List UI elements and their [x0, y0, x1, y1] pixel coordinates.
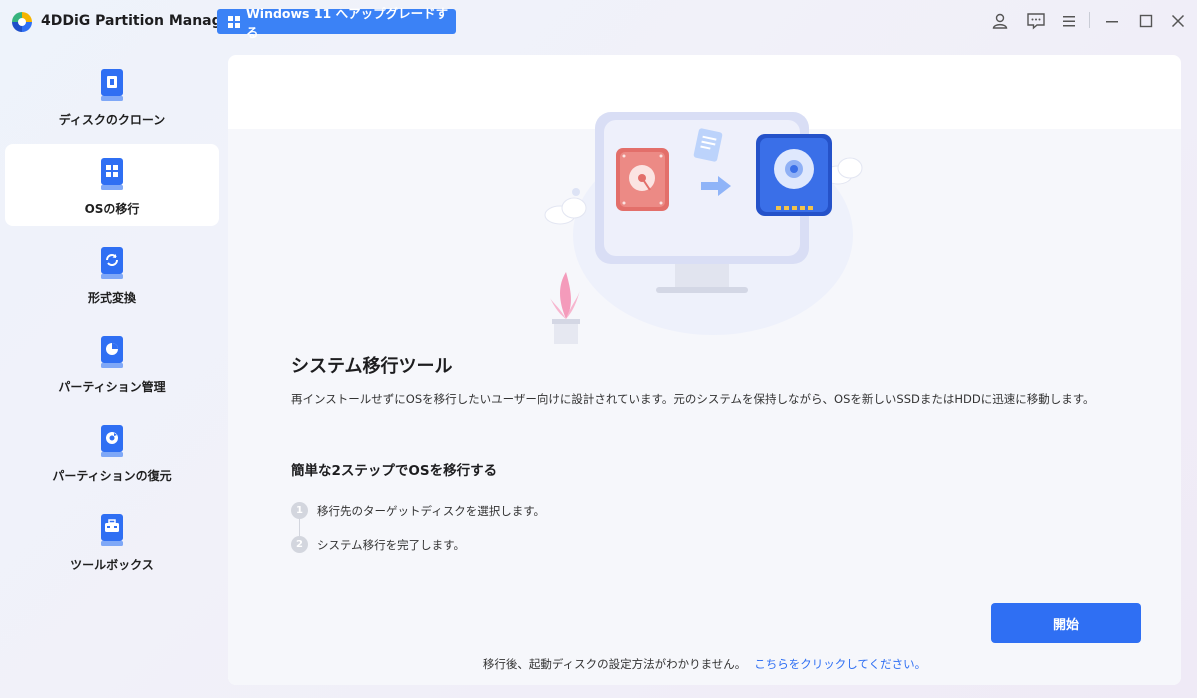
step-item: 1 移行先のターゲットディスクを選択します。: [291, 502, 545, 519]
step-text: 移行先のターゲットディスクを選択します。: [317, 503, 546, 518]
sidebar: ディスクのクローン OSの移行 形式変換 パーティション管理 パーティションの復…: [0, 55, 227, 695]
feedback-icon[interactable]: [1026, 11, 1046, 31]
minimize-icon[interactable]: [1102, 11, 1122, 31]
partition-manage-icon: [101, 336, 123, 368]
start-button[interactable]: 開始: [991, 603, 1141, 643]
sidebar-item-label: OSの移行: [84, 202, 140, 216]
partition-recover-icon: [101, 425, 123, 457]
step-number-badge: 2: [291, 536, 308, 553]
footer-help-text: 移行後、起動ディスクの設定方法がわかりません。: [482, 657, 747, 671]
main-panel: システム移行ツール 再インストールせずにOSを移行したいユーザー向けに設計されて…: [228, 55, 1181, 685]
sidebar-item-label: ツールボックス: [70, 558, 154, 572]
sidebar-item-toolbox[interactable]: ツールボックス: [5, 500, 219, 582]
step-item: 2 システム移行を完了します。: [291, 536, 465, 553]
steps-heading: 簡単な2ステップでOSを移行する: [291, 463, 498, 479]
footer-help: 移行後、起動ディスクの設定方法がわかりません。 こちらをクリックしてください。: [228, 656, 1181, 672]
disk-clone-icon: [101, 69, 123, 101]
upgrade-button-label: Windows 11 へアップグレードする: [246, 5, 449, 40]
menu-icon[interactable]: [1059, 11, 1079, 31]
sidebar-item-partition-recover[interactable]: パーティションの復元: [5, 411, 219, 493]
title-bar: 4DDiG Partition Manager Windows 11 へアップグ…: [0, 0, 1197, 44]
sidebar-item-label: ディスクのクローン: [58, 113, 166, 127]
os-migrate-icon: [101, 158, 123, 190]
os-migration-illustration: [544, 112, 863, 344]
sidebar-item-partition-manage[interactable]: パーティション管理: [5, 322, 219, 404]
sidebar-item-label: パーティション管理: [58, 380, 166, 394]
page-description: 再インストールせずにOSを移行したいユーザー向けに設計されています。元のシステム…: [291, 392, 1095, 406]
toolbox-icon: [101, 514, 123, 546]
sidebar-item-label: パーティションの復元: [52, 469, 172, 483]
account-icon[interactable]: [990, 11, 1010, 31]
app-logo-icon: [12, 12, 32, 32]
sidebar-item-os-migrate[interactable]: OSの移行: [5, 144, 219, 226]
titlebar-divider: [1089, 12, 1090, 28]
step-number-badge: 1: [291, 502, 308, 519]
windows-logo-icon: [228, 15, 240, 28]
sidebar-item-label: 形式変換: [87, 291, 136, 305]
sidebar-item-disk-clone[interactable]: ディスクのクローン: [5, 55, 219, 137]
app-window: 4DDiG Partition Manager Windows 11 へアップグ…: [0, 0, 1197, 698]
convert-icon: [101, 247, 123, 279]
step-connector: [299, 518, 300, 536]
maximize-icon[interactable]: [1136, 11, 1156, 31]
upgrade-windows-button[interactable]: Windows 11 へアップグレードする: [217, 6, 456, 40]
footer-help-link[interactable]: こちらをクリックしてください。: [754, 657, 926, 671]
sidebar-item-convert[interactable]: 形式変換: [5, 233, 219, 315]
app-title: 4DDiG Partition Manager: [41, 13, 239, 29]
close-icon[interactable]: [1168, 11, 1188, 31]
step-text: システム移行を完了します。: [317, 537, 466, 552]
page-heading: システム移行ツール: [291, 356, 453, 377]
